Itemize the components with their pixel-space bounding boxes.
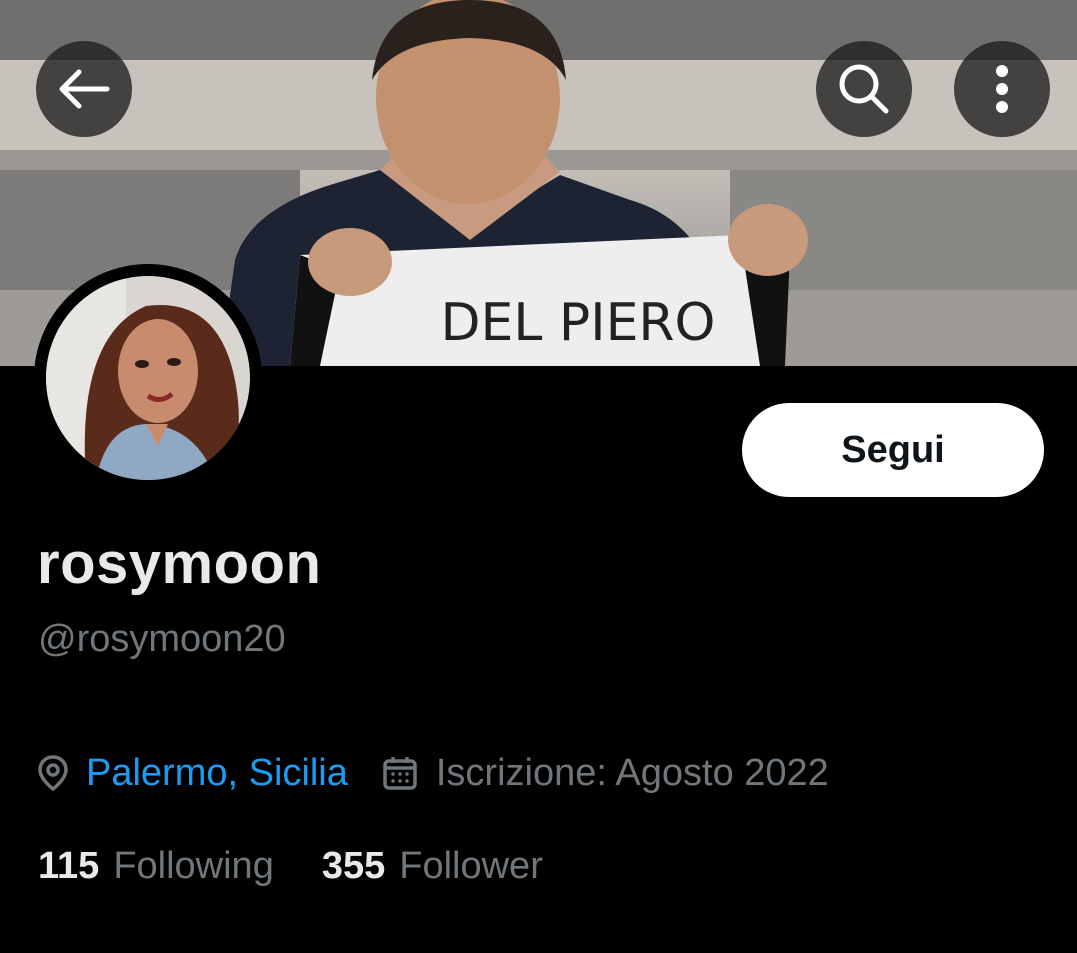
jersey-text: DEL PIERO — [440, 293, 715, 353]
profile-meta: Palermo, Sicilia Iscrizione: Agosto 2022 — [38, 748, 829, 798]
search-button[interactable] — [816, 41, 912, 137]
more-options-button[interactable] — [954, 41, 1050, 137]
followers-count: 355 — [321, 844, 386, 887]
more-vertical-icon — [996, 65, 1008, 113]
followers-stat[interactable]: 355 Follower — [322, 845, 543, 888]
avatar-photo — [46, 276, 250, 480]
following-label: Following — [113, 844, 274, 887]
following-count: 115 — [38, 844, 100, 887]
following-stat[interactable]: 115 Following — [38, 845, 274, 888]
location-pin-icon — [38, 755, 68, 791]
follow-button[interactable]: Segui — [742, 403, 1044, 497]
back-button[interactable] — [36, 41, 132, 137]
calendar-icon — [382, 755, 418, 791]
arrow-left-icon — [59, 69, 110, 109]
avatar[interactable] — [34, 264, 262, 492]
follow-stats: 115 Following 355 Follower — [38, 840, 543, 892]
location-link[interactable]: Palermo, Sicilia — [86, 752, 348, 795]
user-handle: @rosymoon20 — [38, 618, 286, 660]
followers-label: Follower — [399, 844, 543, 887]
join-date: Iscrizione: Agosto 2022 — [435, 751, 829, 794]
display-name: rosymoon — [37, 531, 322, 596]
search-icon — [839, 64, 889, 114]
